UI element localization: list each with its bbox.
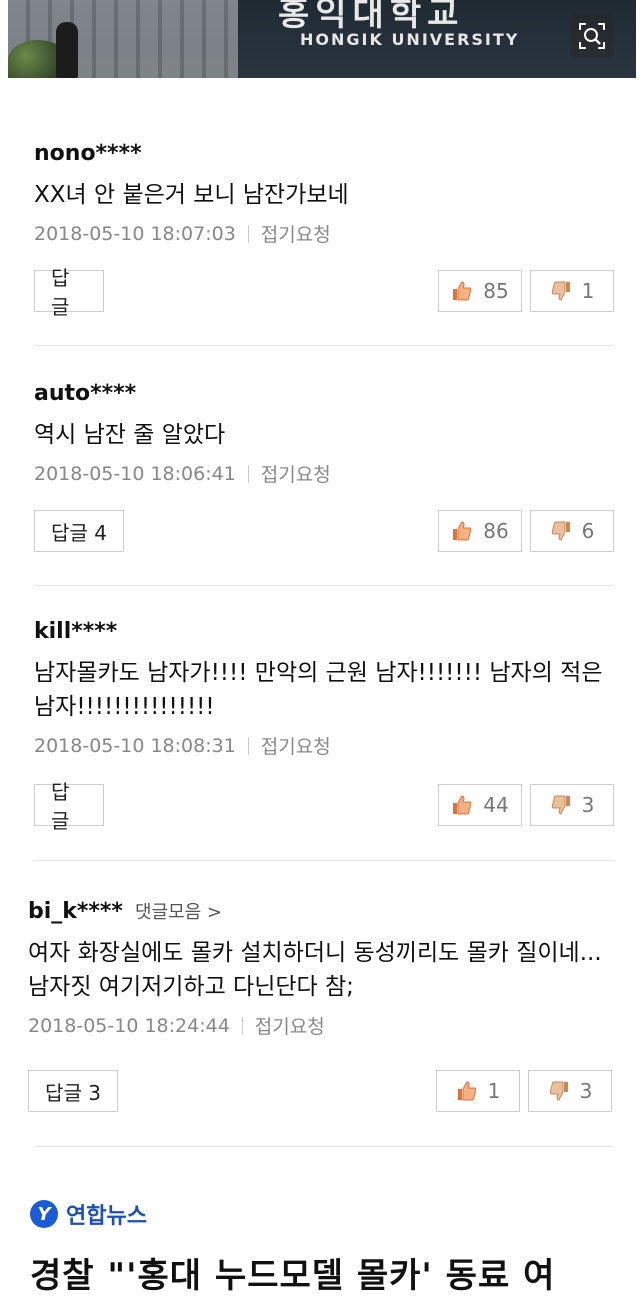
thumbs-down-icon: [551, 795, 570, 815]
comment-item: bi_k**** 댓글모음 > 여자 화장실에도 몰카 설치하더니 동성끼리도 …: [28, 898, 608, 1039]
comment-item: kill**** 남자몰카도 남자가!!!! 만악의 근원 남자!!!!!!! …: [34, 618, 614, 759]
article-photo[interactable]: 홍익대학교 HONGIK UNIVERSITY: [8, 0, 636, 78]
comment-timestamp: 2018-05-10 18:06:41: [34, 462, 236, 485]
comment-username[interactable]: auto****: [34, 380, 136, 408]
reply-button[interactable]: 답글: [34, 266, 104, 319]
like-count: 85: [483, 279, 509, 303]
like-count: 44: [483, 793, 509, 817]
dislike-count: 1: [581, 279, 595, 303]
report-link[interactable]: 접기요청: [261, 460, 331, 487]
report-link[interactable]: 접기요청: [261, 732, 331, 759]
comment-username[interactable]: nono****: [34, 140, 142, 168]
yonhap-logo-icon: Y: [30, 1200, 58, 1228]
reply-button[interactable]: 답글 3: [28, 1070, 118, 1112]
zoom-button[interactable]: [570, 14, 614, 58]
reply-button[interactable]: 답글 4: [34, 510, 124, 552]
comment-divider: [34, 860, 614, 861]
comment-timestamp: 2018-05-10 18:08:31: [34, 734, 236, 757]
dislike-count: 3: [579, 1079, 593, 1103]
thumbs-down-icon: [551, 281, 570, 301]
zoom-magnifier-icon: [579, 23, 605, 49]
comment-divider: [34, 585, 614, 586]
thumbs-down-icon: [551, 521, 570, 541]
dislike-button[interactable]: 6: [530, 510, 614, 552]
dislike-button[interactable]: 1: [530, 270, 614, 312]
news-source-name: 연합뉴스: [66, 1204, 147, 1229]
news-headline[interactable]: 경찰 "'홍대 누드모델 몰카' 동료 여: [30, 1248, 555, 1297]
person-silhouette: [56, 22, 78, 78]
dislike-count: 3: [581, 793, 595, 817]
report-link[interactable]: 접기요청: [261, 220, 331, 247]
comment-body: 여자 화장실에도 몰카 설치하더니 동성끼리도 몰카 질이네... 남자짓 여기…: [28, 940, 602, 1000]
comment-username[interactable]: bi_k****: [28, 898, 123, 926]
meta-divider: [247, 736, 249, 755]
dislike-button[interactable]: 3: [530, 784, 614, 826]
like-button[interactable]: 44: [438, 784, 522, 826]
thumbs-up-icon: [453, 281, 472, 301]
comment-body: XX녀 안 붙은거 보니 남잔가보네: [34, 182, 349, 208]
sign-english-text: HONGIK UNIVERSITY: [300, 30, 520, 49]
comment-collection-link[interactable]: 댓글모음 >: [135, 898, 222, 924]
report-link[interactable]: 접기요청: [255, 1012, 325, 1039]
like-button[interactable]: 1: [436, 1070, 520, 1112]
dislike-button[interactable]: 3: [528, 1070, 612, 1112]
comment-timestamp: 2018-05-10 18:07:03: [34, 222, 236, 245]
section-divider: [34, 1146, 614, 1147]
meta-divider: [241, 1016, 243, 1035]
thumbs-up-icon: [453, 795, 472, 815]
like-button[interactable]: 85: [438, 270, 522, 312]
thumbs-up-icon: [453, 521, 472, 541]
comment-username[interactable]: kill****: [34, 618, 117, 646]
reply-button[interactable]: 답글: [34, 780, 104, 833]
comment-timestamp: 2018-05-10 18:24:44: [28, 1014, 230, 1037]
meta-divider: [247, 464, 249, 483]
comment-item: nono**** XX녀 안 붙은거 보니 남잔가보네 2018-05-10 1…: [34, 140, 614, 247]
news-source-logo[interactable]: Y 연합뉴스: [30, 1198, 147, 1230]
like-count: 1: [487, 1079, 501, 1103]
meta-divider: [247, 224, 249, 243]
like-button[interactable]: 86: [438, 510, 522, 552]
comment-item: auto**** 역시 남잔 줄 알았다 2018-05-10 18:06:41…: [34, 380, 614, 487]
thumbs-up-icon: [457, 1081, 476, 1101]
comment-body: 남자몰카도 남자가!!!! 만악의 근원 남자!!!!!!! 남자의 적은 남자…: [34, 660, 603, 720]
comment-divider: [34, 345, 614, 346]
thumbs-down-icon: [549, 1081, 568, 1101]
dislike-count: 6: [581, 519, 595, 543]
like-count: 86: [483, 519, 509, 543]
comment-body: 역시 남잔 줄 알았다: [34, 422, 226, 448]
